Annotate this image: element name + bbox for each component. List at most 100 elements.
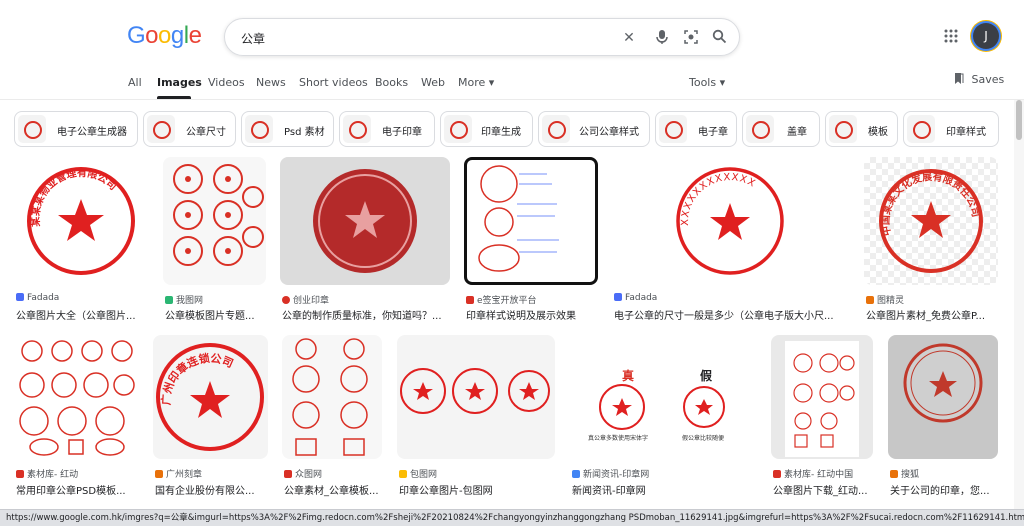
result-title[interactable]: 关于公司的印章，您... [890, 482, 998, 497]
result-image[interactable] [464, 157, 598, 285]
result-image[interactable]: 广州印章连锁公司 [153, 335, 268, 459]
result-source[interactable]: 众图网 [284, 467, 322, 480]
result-source[interactable]: 新闻资讯-印章网 [572, 467, 649, 480]
clear-icon[interactable]: ✕ [620, 29, 638, 47]
result-title[interactable]: 公章图片素材_免费公章P... [866, 307, 998, 322]
chip-thumbnail [444, 115, 472, 143]
search-icon[interactable] [710, 29, 728, 47]
result-source[interactable]: e签宝开放平台 [466, 293, 537, 306]
result-title[interactable]: 公章的制作质量标准，你知道吗？... [282, 307, 450, 322]
chip-3[interactable]: 电子印章 [339, 111, 435, 147]
source-favicon-icon [16, 470, 24, 478]
source-name: 创业印章 [293, 296, 330, 306]
tab-videos[interactable]: Videos [208, 76, 245, 89]
lens-icon[interactable] [682, 29, 700, 47]
result-image[interactable] [888, 335, 998, 459]
result-image[interactable]: 真 假 真公章多数使用宋体字 假公章比较随便 [570, 335, 756, 459]
result-image[interactable] [280, 157, 450, 285]
result-source[interactable]: 素材库- 红动中国 [773, 467, 853, 480]
result-title[interactable]: 公章模板图片专题... [165, 307, 267, 322]
chip-thumbnail [245, 115, 273, 143]
tab-books[interactable]: Books [375, 76, 408, 89]
tab-more[interactable]: More ▾ [458, 76, 494, 89]
related-chips: 电子公章生成器 公章尺寸 Psd 素材 电子印章 印章生成 公司公章样式 电子章… [12, 111, 1012, 147]
result-source[interactable]: Fadada [614, 293, 657, 303]
result-title[interactable]: 公章素材_公章模板... [284, 482, 383, 497]
chip-1[interactable]: 公章尺寸 [143, 111, 236, 147]
chip-2[interactable]: Psd 素材 [241, 111, 334, 147]
source-favicon-icon [866, 296, 874, 304]
chip-thumbnail [829, 115, 857, 143]
source-favicon-icon [890, 470, 898, 478]
microphone-icon[interactable] [653, 29, 671, 47]
result-title[interactable]: 印章公章图片-包图网 [399, 482, 555, 497]
chip-label: 电子印章 [382, 127, 422, 138]
status-bar-url: https://www.google.com.hk/imgres?q=公章&im… [0, 509, 1024, 526]
result-source[interactable]: 广州刻章 [155, 467, 202, 480]
search-box[interactable]: 公章 ✕ [224, 18, 740, 56]
tab-short-videos[interactable]: Short videos [299, 76, 368, 89]
chip-6[interactable]: 电子章 [655, 111, 737, 147]
scrollbar-thumb[interactable] [1016, 100, 1022, 140]
result-title[interactable]: 公章图片大全（公章图片... [16, 307, 148, 322]
result-image[interactable] [282, 335, 382, 459]
chip-7[interactable]: 盖章 [742, 111, 820, 147]
result-source[interactable]: 素材库- 红动 [16, 467, 78, 480]
tab-all[interactable]: All [128, 76, 142, 89]
source-name: 素材库- 红动中国 [784, 470, 854, 480]
result-title[interactable]: 常用印章公章PSD模板... [16, 482, 140, 497]
result-image[interactable] [771, 335, 873, 459]
result-image[interactable]: 中国某某文化发展有限责任公司 [864, 157, 998, 285]
chip-4[interactable]: 印章生成 [440, 111, 533, 147]
source-name: 包图网 [410, 470, 438, 480]
result-title[interactable]: 国有企业股份有限公... [155, 482, 269, 497]
result-image[interactable] [163, 157, 266, 285]
source-favicon-icon [165, 296, 173, 304]
result-image[interactable]: 某某某物业管理有限公司 [14, 157, 148, 285]
result-title[interactable]: 新闻资讯-印章网 [572, 482, 756, 497]
result-source[interactable]: Fadada [16, 293, 59, 303]
saves-button[interactable]: Saves [954, 73, 1004, 86]
chip-thumbnail [907, 115, 935, 143]
tab-web[interactable]: Web [421, 76, 445, 89]
result-image[interactable] [14, 335, 139, 459]
saves-label: Saves [971, 73, 1005, 86]
chip-thumbnail [542, 115, 570, 143]
result-source[interactable]: 图精灵 [866, 293, 904, 306]
logo-letter: e [188, 22, 202, 49]
result-source[interactable]: 包图网 [399, 467, 437, 480]
source-favicon-icon [284, 470, 292, 478]
result-title[interactable]: 公章图片下载_红动... [773, 482, 873, 497]
source-name: 广州刻章 [166, 470, 203, 480]
chip-9[interactable]: 印章样式 [903, 111, 999, 147]
result-image[interactable] [397, 335, 555, 459]
search-input[interactable]: 公章 [241, 30, 265, 47]
result-title[interactable]: 电子公章的尺寸一般是多少（公章电子版大小尺... [614, 307, 849, 322]
result-image[interactable]: XXXXXXXXXXXX [612, 157, 849, 285]
chip-label: 电子公章生成器 [57, 127, 127, 138]
genuine-caption: 真公章多数使用宋体字 [588, 435, 649, 442]
fake-caption: 假公章比较随便 [682, 435, 725, 442]
apps-grid-icon[interactable] [944, 28, 958, 43]
chip-0[interactable]: 电子公章生成器 [14, 111, 138, 147]
source-favicon-icon [572, 470, 580, 478]
tools-button[interactable]: Tools ▾ [689, 76, 725, 89]
tab-images[interactable]: Images [157, 76, 202, 89]
chip-label: Psd 素材 [284, 127, 325, 138]
chip-5[interactable]: 公司公章样式 [538, 111, 650, 147]
chip-thumbnail [343, 115, 371, 143]
result-title[interactable]: 印章样式说明及展示效果 [466, 307, 598, 322]
chip-label: 公司公章样式 [579, 127, 639, 138]
chip-label: 电子章 [698, 127, 728, 138]
source-favicon-icon [773, 470, 781, 478]
page-scrollbar[interactable] [1014, 100, 1024, 509]
result-source[interactable]: 搜狐 [890, 467, 919, 480]
result-source[interactable]: 我图网 [165, 293, 203, 306]
account-avatar[interactable]: J [973, 23, 999, 49]
source-name: Fadada [625, 293, 658, 303]
chip-8[interactable]: 模板 [825, 111, 898, 147]
result-source[interactable]: 创业印章 [282, 293, 329, 306]
tab-news[interactable]: News [256, 76, 286, 89]
source-name: Fadada [27, 293, 60, 303]
google-logo[interactable]: Google [127, 22, 202, 50]
